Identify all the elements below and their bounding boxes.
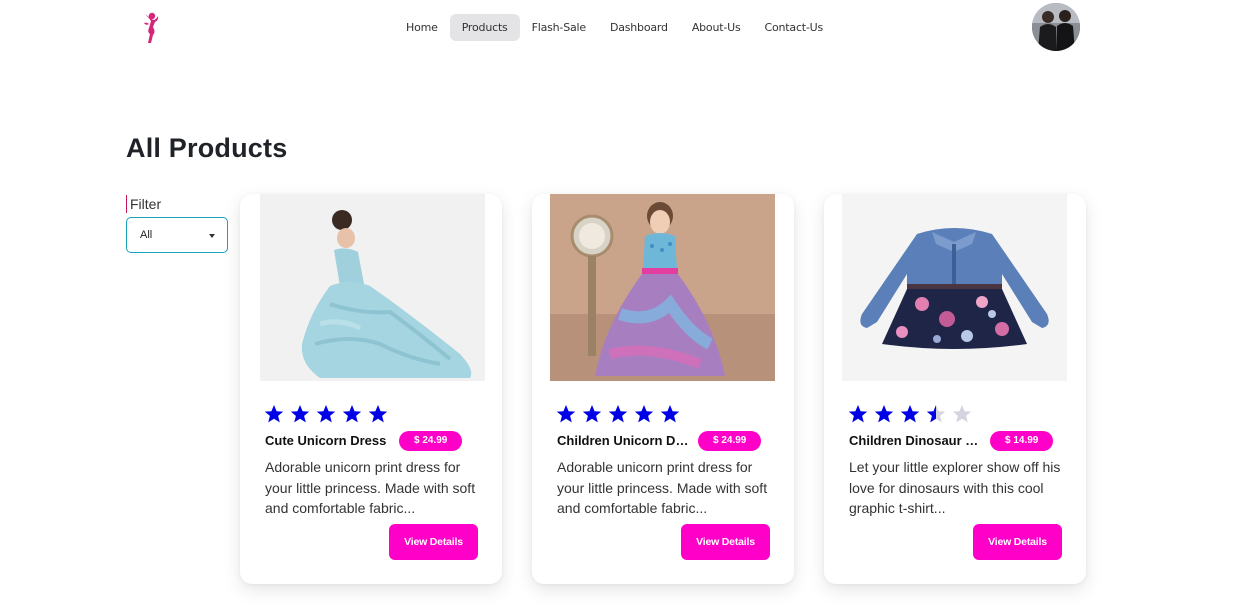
star-icon [900, 405, 920, 423]
view-details-button[interactable]: View Details [973, 524, 1062, 560]
brand-logo[interactable] [137, 10, 163, 46]
star-icon [848, 405, 868, 423]
main-nav: Home Products Flash-Sale Dashboard About… [394, 14, 835, 41]
star-icon [556, 405, 576, 423]
product-description: Let your little explorer show off his lo… [849, 459, 1061, 516]
star-icon [608, 405, 628, 423]
rating-stars [848, 404, 972, 424]
nav-dashboard[interactable]: Dashboard [598, 14, 680, 41]
product-description: Adorable unicorn print dress for your li… [265, 459, 476, 516]
nav-flash-sale[interactable]: Flash-Sale [520, 14, 598, 41]
nav-contact-us[interactable]: Contact-Us [753, 14, 836, 41]
product-description: Adorable unicorn print dress for your li… [557, 459, 768, 516]
filter-accent-bar [126, 195, 127, 213]
star-icon [290, 405, 310, 423]
price-badge: $ 24.99 [698, 431, 762, 451]
star-icon [264, 405, 284, 423]
filter-selected-value: All [140, 229, 153, 241]
product-image [842, 194, 1067, 381]
view-details-button[interactable]: View Details [389, 524, 478, 560]
star-icon [952, 405, 972, 423]
view-details-button[interactable]: View Details [681, 524, 770, 560]
star-icon [660, 405, 680, 423]
product-title: Children Unicorn Dress [557, 433, 692, 448]
page-title: All Products [126, 133, 288, 163]
filter-select[interactable]: All [126, 217, 228, 253]
nav-home[interactable]: Home [394, 14, 450, 41]
star-icon [874, 405, 894, 423]
product-title: Children Dinosaur T-Shirt [849, 433, 983, 448]
chevron-down-icon [209, 234, 215, 238]
product-image [260, 194, 485, 381]
star-icon [634, 405, 654, 423]
product-card: Children Dinosaur T-Shirt $ 14.99 Let yo… [824, 194, 1086, 584]
nav-products[interactable]: Products [449, 14, 520, 41]
nav-about-us[interactable]: About-Us [680, 14, 753, 41]
star-icon [368, 405, 388, 423]
filter-label: Filter [130, 196, 162, 212]
rating-stars [264, 404, 388, 424]
product-card: Cute Unicorn Dress $ 24.99 Adorable unic… [240, 194, 502, 584]
price-badge: $ 24.99 [399, 431, 463, 451]
user-avatar[interactable] [1032, 3, 1080, 51]
product-title: Cute Unicorn Dress [265, 433, 387, 448]
rating-stars [556, 404, 680, 424]
star-icon [582, 405, 602, 423]
price-badge: $ 14.99 [990, 431, 1054, 451]
star-icon [342, 405, 362, 423]
star-icon [316, 405, 336, 423]
product-image [550, 194, 775, 381]
star-icon [926, 405, 946, 423]
product-card: Children Unicorn Dress $ 24.99 Adorable … [532, 194, 794, 584]
